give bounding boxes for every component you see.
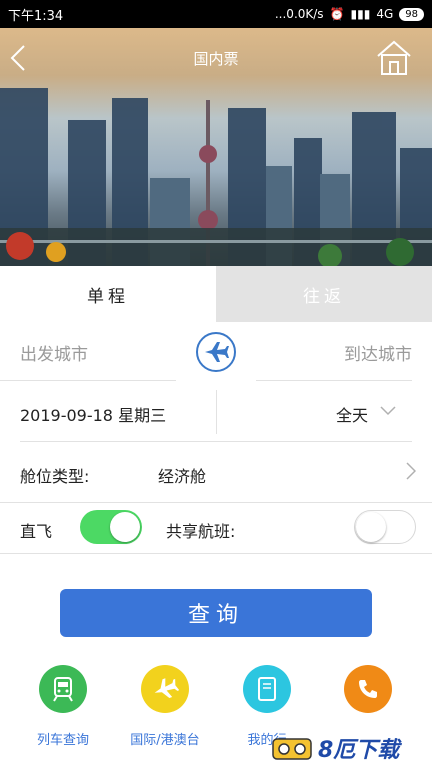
arrival-city-field[interactable]: 到达城市 [344, 340, 412, 365]
date-row: 2019-09-18 星期三 全天 [0, 382, 432, 442]
divider [216, 390, 217, 434]
departure-city-field[interactable]: 出发城市 [20, 340, 88, 365]
shared-flight-toggle[interactable] [354, 510, 416, 544]
network-type: 4G [376, 7, 394, 21]
divider [0, 553, 432, 554]
divider [0, 380, 176, 381]
flight-options-row: 直飞 共享航班: [0, 502, 432, 554]
cabin-label: 舱位类型: [20, 467, 90, 486]
trip-type-tabs: 单程 往返 [0, 266, 432, 322]
direct-flight-label: 直飞 [20, 522, 53, 541]
airplane-swap-icon [205, 342, 229, 362]
airplane-icon [141, 665, 189, 713]
chevron-right-icon [406, 462, 416, 480]
home-button[interactable] [374, 38, 414, 78]
query-button[interactable]: 查询 [60, 589, 372, 637]
watermark-logo-icon [272, 738, 312, 760]
back-button[interactable] [4, 40, 32, 76]
cabin-row[interactable]: 舱位类型: 经济舱 [0, 442, 432, 502]
watermark-text: 8厄下载 [318, 738, 400, 763]
status-time: 下午1:34 [8, 8, 64, 24]
phone-icon [344, 665, 392, 713]
home-icon [377, 40, 411, 75]
tab-round-trip[interactable]: 往返 [216, 266, 432, 322]
status-bar: 下午1:34 ...0.0K/s ⏰ ▮▮▮ 4G 98 [0, 0, 432, 28]
chevron-down-icon [380, 406, 396, 416]
divider [256, 380, 412, 381]
quick-link-train[interactable]: 列车查询 [13, 665, 113, 748]
quick-link-phone[interactable] [318, 665, 418, 729]
cabin-value: 经济舱 [158, 467, 207, 486]
booklet-icon [243, 665, 291, 713]
back-arrow-icon [10, 45, 25, 71]
quick-link-label: 列车查询 [36, 733, 89, 748]
shared-flight-label: 共享航班: [166, 522, 236, 541]
quick-link-international[interactable]: 国际/港澳台 [115, 665, 215, 748]
status-indicators: ...0.0K/s ⏰ ▮▮▮ 4G 98 [275, 7, 424, 21]
page-title: 国内票 [193, 49, 239, 68]
watermark: 8厄下载 [272, 728, 432, 768]
direct-flight-toggle[interactable] [80, 510, 142, 544]
alarm-icon: ⏰ [329, 7, 345, 21]
tab-one-way[interactable]: 单程 [0, 266, 216, 322]
departure-date[interactable]: 2019-09-18 星期三 [20, 402, 166, 426]
time-range-select[interactable]: 全天 [336, 402, 368, 426]
network-speed: ...0.0K/s [274, 7, 324, 21]
quick-link-label: 国际/港澳台 [130, 733, 200, 748]
signal-icon: ▮▮▮ [350, 7, 371, 21]
swap-cities-button[interactable] [196, 332, 236, 372]
train-icon [39, 665, 87, 713]
battery-indicator: 98 [399, 7, 424, 21]
